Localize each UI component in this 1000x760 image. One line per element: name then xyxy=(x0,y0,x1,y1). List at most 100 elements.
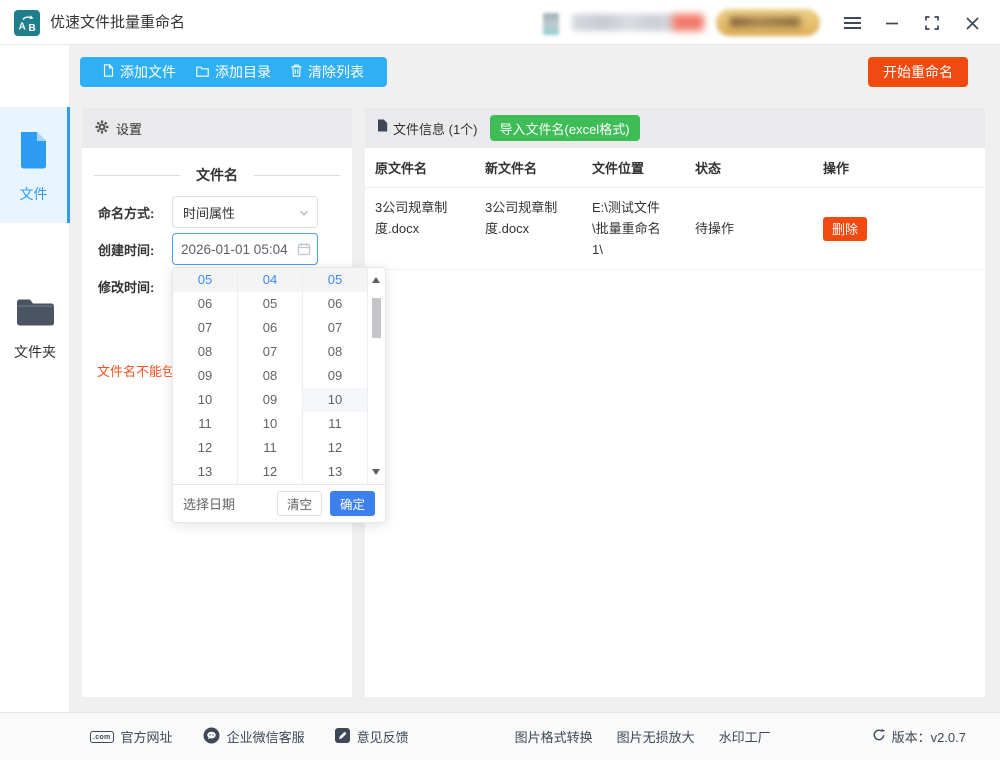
time-option[interactable]: 05 xyxy=(173,268,237,292)
time-option[interactable]: 12 xyxy=(238,460,302,484)
time-option[interactable]: 08 xyxy=(238,364,302,388)
cell-original-name: 3公司规章制度.docx xyxy=(375,200,448,236)
sidebar-item-label: 文件夹 xyxy=(14,344,56,360)
time-option[interactable]: 10 xyxy=(173,388,237,412)
close-icon[interactable] xyxy=(960,11,984,35)
table-header: 原文件名 新文件名 文件位置 状态 操作 xyxy=(365,148,985,188)
clear-button[interactable]: 清空 xyxy=(276,491,322,516)
svg-text:B: B xyxy=(29,23,36,34)
time-picker-minutes-column: 04 05 06 07 08 09 10 11 12 xyxy=(238,268,303,484)
confirm-button[interactable]: 确定 xyxy=(329,491,375,516)
wechat-icon xyxy=(203,727,220,747)
modified-time-label: 修改时间: xyxy=(98,279,155,295)
titlebar: A B 优速文件批量重命名 xyxy=(0,0,1000,45)
clear-list-icon xyxy=(291,64,302,80)
chevron-down-icon xyxy=(298,206,310,224)
time-option[interactable]: 06 xyxy=(303,292,367,316)
account-building-icon xyxy=(543,13,559,35)
scrollbar-thumb[interactable] xyxy=(372,298,381,338)
svg-text:A: A xyxy=(19,22,26,33)
time-option[interactable]: 09 xyxy=(238,388,302,412)
scroll-up-icon[interactable] xyxy=(372,277,380,283)
time-option[interactable]: 11 xyxy=(303,412,367,436)
time-option[interactable]: 06 xyxy=(173,292,237,316)
sidebar: 文件 文件夹 xyxy=(0,45,70,712)
time-option[interactable]: 11 xyxy=(238,436,302,460)
time-picker-footer: 选择日期 清空 确定 xyxy=(173,484,385,522)
add-folder-button[interactable]: 添加目录 xyxy=(186,62,281,82)
column-header-action: 操作 xyxy=(823,161,850,176)
sidebar-item-label: 文件 xyxy=(19,186,48,202)
time-picker-popup: 05 06 07 08 09 10 11 12 13 04 05 06 07 08 09 10 11 12 05… xyxy=(172,267,386,523)
calendar-icon[interactable] xyxy=(297,242,311,261)
account-info-redacted xyxy=(572,14,676,31)
cell-new-name: 3公司规章制度.docx xyxy=(485,200,558,236)
time-option[interactable]: 05 xyxy=(303,268,367,292)
delete-button[interactable]: 删除 xyxy=(823,216,867,241)
folder-icon xyxy=(15,296,56,333)
settings-header-label: 设置 xyxy=(116,121,143,137)
naming-method-select[interactable]: 时间属性 xyxy=(172,196,318,228)
app-title: 优速文件批量重命名 xyxy=(50,14,186,31)
clear-list-button[interactable]: 清除列表 xyxy=(281,62,374,82)
time-option[interactable]: 08 xyxy=(173,340,237,364)
add-folder-icon xyxy=(196,64,209,80)
refresh-icon[interactable] xyxy=(872,728,886,745)
version-label: 版本：v2.0.7 xyxy=(891,730,966,745)
time-option[interactable]: 11 xyxy=(173,412,237,436)
time-option[interactable]: 10 xyxy=(238,412,302,436)
file-info-icon xyxy=(377,119,388,137)
time-option[interactable]: 07 xyxy=(238,340,302,364)
time-option[interactable]: 13 xyxy=(173,460,237,484)
time-picker-seconds-column: 05 06 07 08 09 10 11 12 13 xyxy=(303,268,368,484)
wechat-support-link[interactable]: 企业微信客服 xyxy=(203,727,305,747)
maximize-icon[interactable] xyxy=(920,11,944,35)
app-window: A B 优速文件批量重命名 文件 文件夹 添加文件 添加目录 清除列表 开始重命… xyxy=(0,0,1000,760)
tool-link-watermark[interactable]: 水印工厂 xyxy=(719,727,771,746)
time-option[interactable]: 07 xyxy=(303,316,367,340)
footer: .com 官方网址 企业微信客服 意见反馈 图片格式转换 图片无损放大 水印工厂 xyxy=(0,712,1000,760)
time-option[interactable]: 07 xyxy=(173,316,237,340)
add-file-icon xyxy=(103,64,114,80)
add-file-button[interactable]: 添加文件 xyxy=(93,62,186,82)
select-date-link[interactable]: 选择日期 xyxy=(183,494,277,513)
table-row: 3公司规章制度.docx 3公司规章制度.docx E:\测试文件\批量重命名1… xyxy=(365,188,985,270)
cell-location: E:\测试文件\批量重命名1\ xyxy=(592,200,661,257)
feedback-link[interactable]: 意见反馈 xyxy=(334,727,409,746)
sidebar-item-folders[interactable]: 文件夹 xyxy=(0,290,70,378)
official-site-link[interactable]: .com 官方网址 xyxy=(90,727,173,746)
time-option[interactable]: 12 xyxy=(303,436,367,460)
settings-panel-header: 设置 xyxy=(82,108,352,148)
time-option[interactable]: 08 xyxy=(303,340,367,364)
tool-link-image-enlarge[interactable]: 图片无损放大 xyxy=(617,727,695,746)
time-option[interactable]: 10 xyxy=(303,388,367,412)
file-icon xyxy=(17,130,50,175)
time-option[interactable]: 05 xyxy=(238,292,302,316)
time-option[interactable]: 06 xyxy=(238,316,302,340)
tool-link-image-convert[interactable]: 图片格式转换 xyxy=(515,727,593,746)
sidebar-item-files[interactable]: 文件 xyxy=(0,107,70,223)
minimize-icon[interactable] xyxy=(880,11,904,35)
vip-badge-redacted[interactable] xyxy=(716,9,820,36)
start-rename-button[interactable]: 开始重命名 xyxy=(868,57,968,87)
settings-icon xyxy=(95,120,109,137)
toolbar: 添加文件 添加目录 清除列表 xyxy=(80,57,387,87)
time-option[interactable]: 13 xyxy=(303,460,367,484)
created-time-label: 创建时间: xyxy=(98,242,155,258)
menu-icon[interactable] xyxy=(840,11,864,35)
naming-method-label: 命名方式: xyxy=(98,205,155,221)
version-area: 版本：v2.0.7 xyxy=(872,727,966,746)
column-header-location: 文件位置 xyxy=(592,161,645,176)
created-time-row: 创建时间: xyxy=(82,233,352,265)
naming-method-row: 命名方式: 时间属性 xyxy=(82,196,352,228)
time-option[interactable]: 04 xyxy=(238,268,302,292)
time-option[interactable]: 12 xyxy=(173,436,237,460)
filename-warning-text: 文件名不能包 xyxy=(97,364,176,379)
import-excel-button[interactable]: 导入文件名(excel格式) xyxy=(489,115,640,141)
divider xyxy=(254,174,340,176)
time-option[interactable]: 09 xyxy=(303,364,367,388)
time-picker-scrollbar[interactable] xyxy=(368,268,385,484)
column-header-status: 状态 xyxy=(695,161,722,176)
time-option[interactable]: 09 xyxy=(173,364,237,388)
scroll-down-icon[interactable] xyxy=(372,469,380,475)
